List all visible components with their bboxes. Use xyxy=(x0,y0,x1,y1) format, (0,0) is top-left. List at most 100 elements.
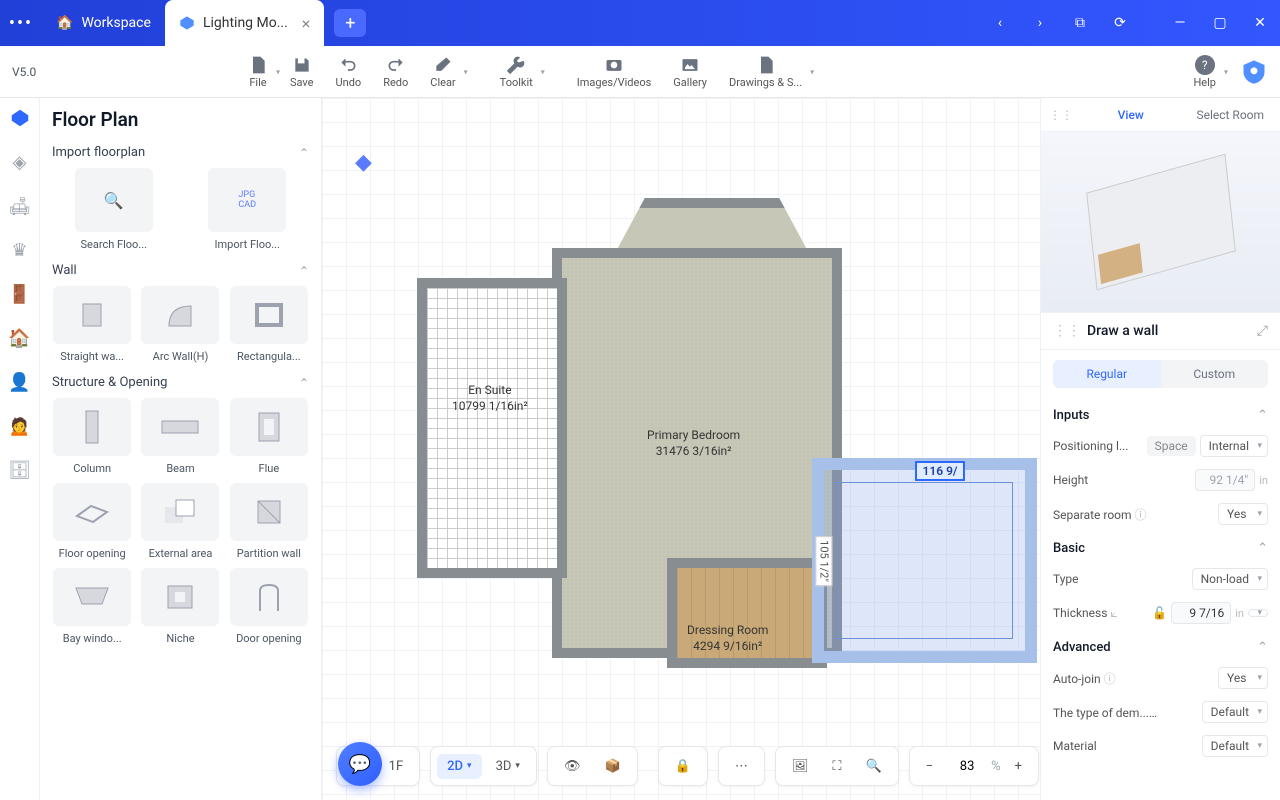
mode-3d-button[interactable]: 3D ▾ xyxy=(486,754,530,779)
dimension-width-input[interactable] xyxy=(915,460,965,481)
gallery-label: Gallery xyxy=(673,76,707,89)
rail-doors[interactable]: 🚪 xyxy=(6,280,34,308)
rail-people[interactable]: 👤 xyxy=(6,368,34,396)
section-inputs[interactable]: Inputs⌃ xyxy=(1053,398,1268,429)
info-icon[interactable]: ⓘ xyxy=(1135,508,1147,522)
card-column[interactable]: Column xyxy=(52,398,132,475)
eraser-icon xyxy=(433,55,453,75)
toolkit-button[interactable]: Toolkit▾ xyxy=(490,53,543,91)
help-button[interactable]: ? Help▾ xyxy=(1183,53,1226,91)
version-label: V5.0 xyxy=(12,65,36,79)
fit-screen-icon[interactable]: ⛶ xyxy=(822,754,851,779)
image-icon[interactable]: 🖼 xyxy=(782,754,819,779)
titlebar: ••• 🏠 Workspace Lighting Mo... × + ‹ › ⧉… xyxy=(0,0,1280,46)
zoom-out-button[interactable]: − xyxy=(916,754,943,779)
card-rect-wall[interactable]: Rectangula... xyxy=(229,286,309,363)
app-menu-icon[interactable]: ••• xyxy=(0,13,42,34)
section-structure[interactable]: Structure & Opening ⌃ xyxy=(52,375,309,390)
measure-icon[interactable]: ⟀ xyxy=(1110,606,1117,620)
dimension-input-field[interactable] xyxy=(915,461,965,481)
info-icon[interactable]: ⓘ xyxy=(1104,672,1116,686)
tab-select-room[interactable]: Select Room xyxy=(1181,100,1280,130)
rail-premium[interactable]: ♛ xyxy=(6,236,34,264)
height-input[interactable]: 92 1/4" xyxy=(1195,469,1255,491)
new-room-drawing[interactable]: 105 1/2" xyxy=(812,458,1037,663)
card-straight-wall[interactable]: Straight wa... xyxy=(52,286,132,363)
room-en-suite[interactable] xyxy=(417,278,567,578)
window-close-button[interactable]: ✕ xyxy=(1240,0,1280,46)
redo-button[interactable]: Redo xyxy=(373,53,418,91)
thickness-stepper[interactable] xyxy=(1248,609,1268,617)
rail-models[interactable]: ◈ xyxy=(6,148,34,176)
separate-select[interactable]: Yes xyxy=(1218,503,1268,525)
zoom-unit: % xyxy=(991,759,1001,774)
expand-icon[interactable]: ⤢ xyxy=(1257,323,1268,339)
thickness-input[interactable]: 9 7/16 xyxy=(1171,602,1231,624)
card-niche[interactable]: Niche xyxy=(140,568,220,645)
save-button[interactable]: Save xyxy=(280,53,324,91)
card-partition-wall[interactable]: Partition wall xyxy=(229,483,309,560)
file-button[interactable]: File▾ xyxy=(238,53,278,91)
seg-regular[interactable]: Regular xyxy=(1053,360,1161,388)
partition-icon xyxy=(230,483,308,541)
tab-add-button[interactable]: + xyxy=(334,9,366,37)
card-bay-window[interactable]: Bay windo... xyxy=(52,568,132,645)
box-view-icon[interactable]: 📦 xyxy=(594,754,630,779)
card-label: Flue xyxy=(259,462,280,475)
nav-forward-button[interactable]: › xyxy=(1020,0,1060,46)
floor-selector[interactable]: 1F xyxy=(379,754,414,779)
type-select[interactable]: Non-load xyxy=(1192,568,1268,590)
tab-workspace[interactable]: 🏠 Workspace xyxy=(42,0,165,46)
tab-close-icon[interactable]: × xyxy=(302,14,311,33)
zoom-region-icon[interactable]: 🔍 xyxy=(855,754,891,779)
refresh-icon[interactable]: ⟳ xyxy=(1100,0,1140,46)
section-basic[interactable]: Basic⌃ xyxy=(1053,531,1268,562)
rail-storage[interactable]: 🗄 xyxy=(6,456,34,484)
grip-icon[interactable]: ⋮⋮ xyxy=(1041,108,1081,122)
gallery-button[interactable]: Gallery xyxy=(663,53,717,91)
more-icon[interactable]: ⋯ xyxy=(725,754,758,779)
canvas[interactable]: ◆ En Suite10799 1/16in² Primary Bedroom3… xyxy=(322,98,1040,800)
images-videos-button[interactable]: Images/Videos xyxy=(567,53,662,91)
window-maximize-button[interactable]: ▢ xyxy=(1200,0,1240,46)
seg-custom[interactable]: Custom xyxy=(1161,360,1269,388)
card-arc-wall[interactable]: Arc Wall(H) xyxy=(140,286,220,363)
card-import-floorplan[interactable]: JPGCAD Import Floo... xyxy=(186,168,310,251)
mode-2d-button[interactable]: 2D ▾ xyxy=(437,754,481,779)
card-flue[interactable]: Flue xyxy=(229,398,309,475)
card-floor-opening[interactable]: Floor opening xyxy=(52,483,132,560)
tab-view[interactable]: View xyxy=(1081,100,1181,130)
chat-support-button[interactable] xyxy=(338,742,382,786)
card-door-opening[interactable]: Door opening xyxy=(229,568,309,645)
zoom-in-button[interactable]: + xyxy=(1005,754,1032,779)
card-search-floorplan[interactable]: 🔍 Search Floo... xyxy=(52,168,176,251)
section-advanced[interactable]: Advanced⌃ xyxy=(1053,630,1268,661)
demo-select[interactable]: Default xyxy=(1202,701,1268,723)
tab-active-document[interactable]: Lighting Mo... × xyxy=(165,0,324,46)
material-select[interactable]: Default xyxy=(1202,735,1268,757)
card-beam[interactable]: Beam xyxy=(140,398,220,475)
rail-floorplan[interactable] xyxy=(6,104,34,132)
brand-shield-icon[interactable] xyxy=(1240,58,1268,86)
positioning-select[interactable]: Internal xyxy=(1200,435,1268,457)
lock-icon[interactable]: 🔓 xyxy=(1152,606,1167,620)
undo-button[interactable]: Undo xyxy=(326,53,372,91)
rail-furniture[interactable]: 🛋 xyxy=(6,192,34,220)
preview-3d[interactable] xyxy=(1041,132,1280,312)
autojoin-select[interactable]: Yes xyxy=(1218,667,1268,689)
tab-active-label: Lighting Mo... xyxy=(203,15,288,31)
floorplan-drawing[interactable]: En Suite10799 1/16in² Primary Bedroom314… xyxy=(367,158,1067,718)
section-import[interactable]: Import floorplan ⌃ xyxy=(52,145,309,160)
card-external-area[interactable]: External area xyxy=(140,483,220,560)
nav-back-button[interactable]: ‹ xyxy=(980,0,1020,46)
rail-buildings[interactable]: 🏠 xyxy=(6,324,34,352)
card-label: Niche xyxy=(166,632,194,645)
window-duplicate-icon[interactable]: ⧉ xyxy=(1060,0,1100,46)
drawings-button[interactable]: Drawings & S...▾ xyxy=(719,53,812,91)
visibility-icon[interactable]: 👁 xyxy=(554,754,591,779)
window-minimize-button[interactable]: — xyxy=(1160,0,1200,46)
rail-user[interactable]: 🙍 xyxy=(6,412,34,440)
section-wall[interactable]: Wall ⌃ xyxy=(52,263,309,278)
clear-button[interactable]: Clear▾ xyxy=(420,53,465,91)
lock-icon[interactable]: 🔒 xyxy=(665,754,701,779)
